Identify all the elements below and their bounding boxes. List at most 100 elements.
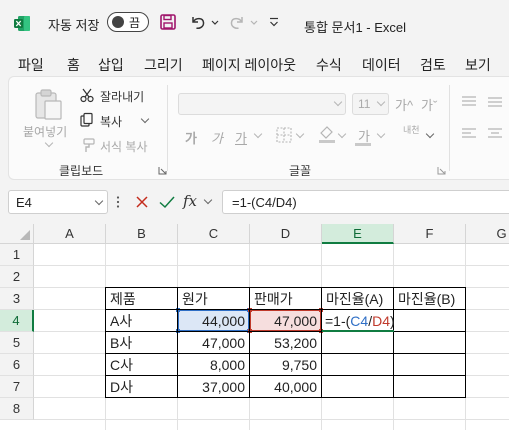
paste-icon[interactable] <box>31 87 65 121</box>
column-header-d[interactable]: D <box>250 224 322 244</box>
cell-e4-editing[interactable]: =1-(C4/D4) <box>322 310 398 332</box>
fill-color-icon[interactable] <box>317 124 337 144</box>
font-color-dropdown-icon[interactable] <box>376 129 386 139</box>
row-header-5[interactable]: 5 <box>0 332 34 354</box>
row-header-3[interactable]: 3 <box>0 288 34 310</box>
paste-dropdown-icon[interactable] <box>44 138 54 148</box>
align-center-icon[interactable] <box>487 127 503 141</box>
increase-font-size-button[interactable]: 가^ <box>395 95 413 114</box>
tab-insert[interactable]: 삽입 <box>98 55 124 75</box>
font-name-select[interactable] <box>178 93 346 115</box>
cut-label[interactable]: 잘라내기 <box>100 88 144 105</box>
header-product[interactable]: 제품 <box>106 288 140 310</box>
font-size-select[interactable]: 11 <box>352 93 389 115</box>
more-options-icon[interactable] <box>115 195 121 209</box>
font-launcher-icon[interactable] <box>437 166 446 175</box>
copy-label[interactable]: 복사 <box>100 113 122 130</box>
undo-dropdown-icon[interactable] <box>210 12 220 32</box>
cancel-icon[interactable] <box>134 194 150 210</box>
header-price[interactable]: 판매가 <box>250 288 297 310</box>
copy-dropdown-icon[interactable] <box>140 114 150 124</box>
cell-d5[interactable]: 53,200 <box>250 332 321 354</box>
save-icon[interactable] <box>158 12 178 32</box>
column-header-b[interactable]: B <box>106 224 178 244</box>
tab-data[interactable]: 데이터 <box>362 55 401 75</box>
italic-button[interactable]: 가 <box>211 128 223 147</box>
decrease-font-size-button[interactable]: 가ˇ <box>421 95 437 114</box>
enter-icon[interactable] <box>158 194 176 210</box>
align-middle-icon[interactable] <box>487 95 503 109</box>
header-margin-b[interactable]: 마진율(B) <box>394 288 459 310</box>
ribbon-separator <box>167 85 168 171</box>
column-header-g[interactable]: G <box>466 224 509 244</box>
tab-formulas[interactable]: 수식 <box>316 55 342 75</box>
title-bar: 자동 저장 끔 통합 문서1 - Excel <box>0 0 509 46</box>
formula-ref-c4: C4 <box>350 313 369 329</box>
column-header-f[interactable]: F <box>394 224 466 244</box>
row-header-2[interactable]: 2 <box>0 266 34 288</box>
cell-b6[interactable]: C사 <box>106 354 137 376</box>
name-box-dropdown-icon[interactable] <box>94 196 104 206</box>
font-color-swatch <box>355 143 371 146</box>
format-painter-icon[interactable] <box>79 137 97 153</box>
align-left-icon[interactable] <box>461 127 477 141</box>
tab-draw[interactable]: 그리기 <box>144 55 183 75</box>
underline-dropdown-icon[interactable] <box>253 129 263 139</box>
tab-page-layout[interactable]: 페이지 레이아웃 <box>202 55 296 75</box>
cell-d4[interactable]: 47,000 <box>250 310 321 332</box>
clipboard-group-label: 클립보드 <box>59 164 104 178</box>
underline-button[interactable]: 가 <box>235 128 247 147</box>
row-header-7[interactable]: 7 <box>0 376 34 398</box>
row-header-6[interactable]: 6 <box>0 354 34 376</box>
redo-dropdown-icon[interactable] <box>249 12 259 32</box>
format-painter-label[interactable]: 서식 복사 <box>100 138 148 155</box>
row-header-1[interactable]: 1 <box>0 244 34 266</box>
name-box[interactable]: E4 <box>8 190 108 214</box>
select-all-button[interactable] <box>0 224 34 244</box>
cell-c5[interactable]: 47,000 <box>178 332 249 354</box>
column-header-c[interactable]: C <box>178 224 250 244</box>
ribbon: 붙여넣기 잘라내기 복사 서식 복사 클립보드 11 가^ 가ˇ 가 가 가 가… <box>8 76 509 180</box>
phonetic-dropdown-icon[interactable] <box>425 129 435 139</box>
formula-text: =1-(C4/D4) <box>232 195 297 210</box>
fill-color-dropdown-icon[interactable] <box>337 129 347 139</box>
cell-c6[interactable]: 8,000 <box>178 354 249 376</box>
cell-c4[interactable]: 44,000 <box>178 310 249 332</box>
cell-b7[interactable]: D사 <box>106 376 137 398</box>
document-title: 통합 문서1 - Excel <box>304 20 407 35</box>
undo-icon[interactable] <box>188 12 208 32</box>
tab-file[interactable]: 파일 <box>18 55 44 75</box>
font-group-label: 글꼴 <box>289 164 312 178</box>
cell-d7[interactable]: 40,000 <box>250 376 321 398</box>
align-top-icon[interactable] <box>461 95 477 109</box>
row-header-4[interactable]: 4 <box>0 310 34 332</box>
column-header-e[interactable]: E <box>322 224 394 244</box>
cell-b5[interactable]: B사 <box>106 332 136 354</box>
tab-review[interactable]: 검토 <box>420 55 446 75</box>
cell-b4[interactable]: A사 <box>106 310 136 332</box>
paste-label[interactable]: 붙여넣기 <box>23 123 67 140</box>
cell-c7[interactable]: 37,000 <box>178 376 249 398</box>
insert-function-icon[interactable]: fx <box>183 192 197 210</box>
tab-view[interactable]: 보기 <box>465 55 491 75</box>
autosave-toggle[interactable]: 끔 <box>107 12 149 32</box>
borders-icon[interactable] <box>275 126 293 144</box>
cut-icon[interactable] <box>79 87 95 103</box>
toggle-knob <box>112 16 124 28</box>
row-header-8[interactable]: 8 <box>0 398 34 420</box>
worksheet-grid[interactable]: A B C D E F G 1 2 3 4 5 6 7 8 제품 원가 판매가 … <box>0 224 509 430</box>
copy-icon[interactable] <box>79 112 95 128</box>
function-dropdown-icon[interactable] <box>203 195 213 205</box>
redo-icon[interactable] <box>227 12 247 32</box>
cell-d6[interactable]: 9,750 <box>250 354 321 376</box>
borders-dropdown-icon[interactable] <box>295 129 305 139</box>
clipboard-launcher-icon[interactable] <box>158 166 167 175</box>
bold-button[interactable]: 가 <box>185 128 197 147</box>
header-margin-a[interactable]: 마진율(A) <box>322 288 387 310</box>
phonetic-button[interactable]: 내천 <box>403 125 423 135</box>
header-cost[interactable]: 원가 <box>178 288 212 310</box>
tab-home[interactable]: 홈 <box>66 55 81 81</box>
formula-input[interactable]: =1-(C4/D4) <box>222 190 509 214</box>
customize-toolbar-icon[interactable] <box>268 12 280 32</box>
column-header-a[interactable]: A <box>34 224 106 244</box>
